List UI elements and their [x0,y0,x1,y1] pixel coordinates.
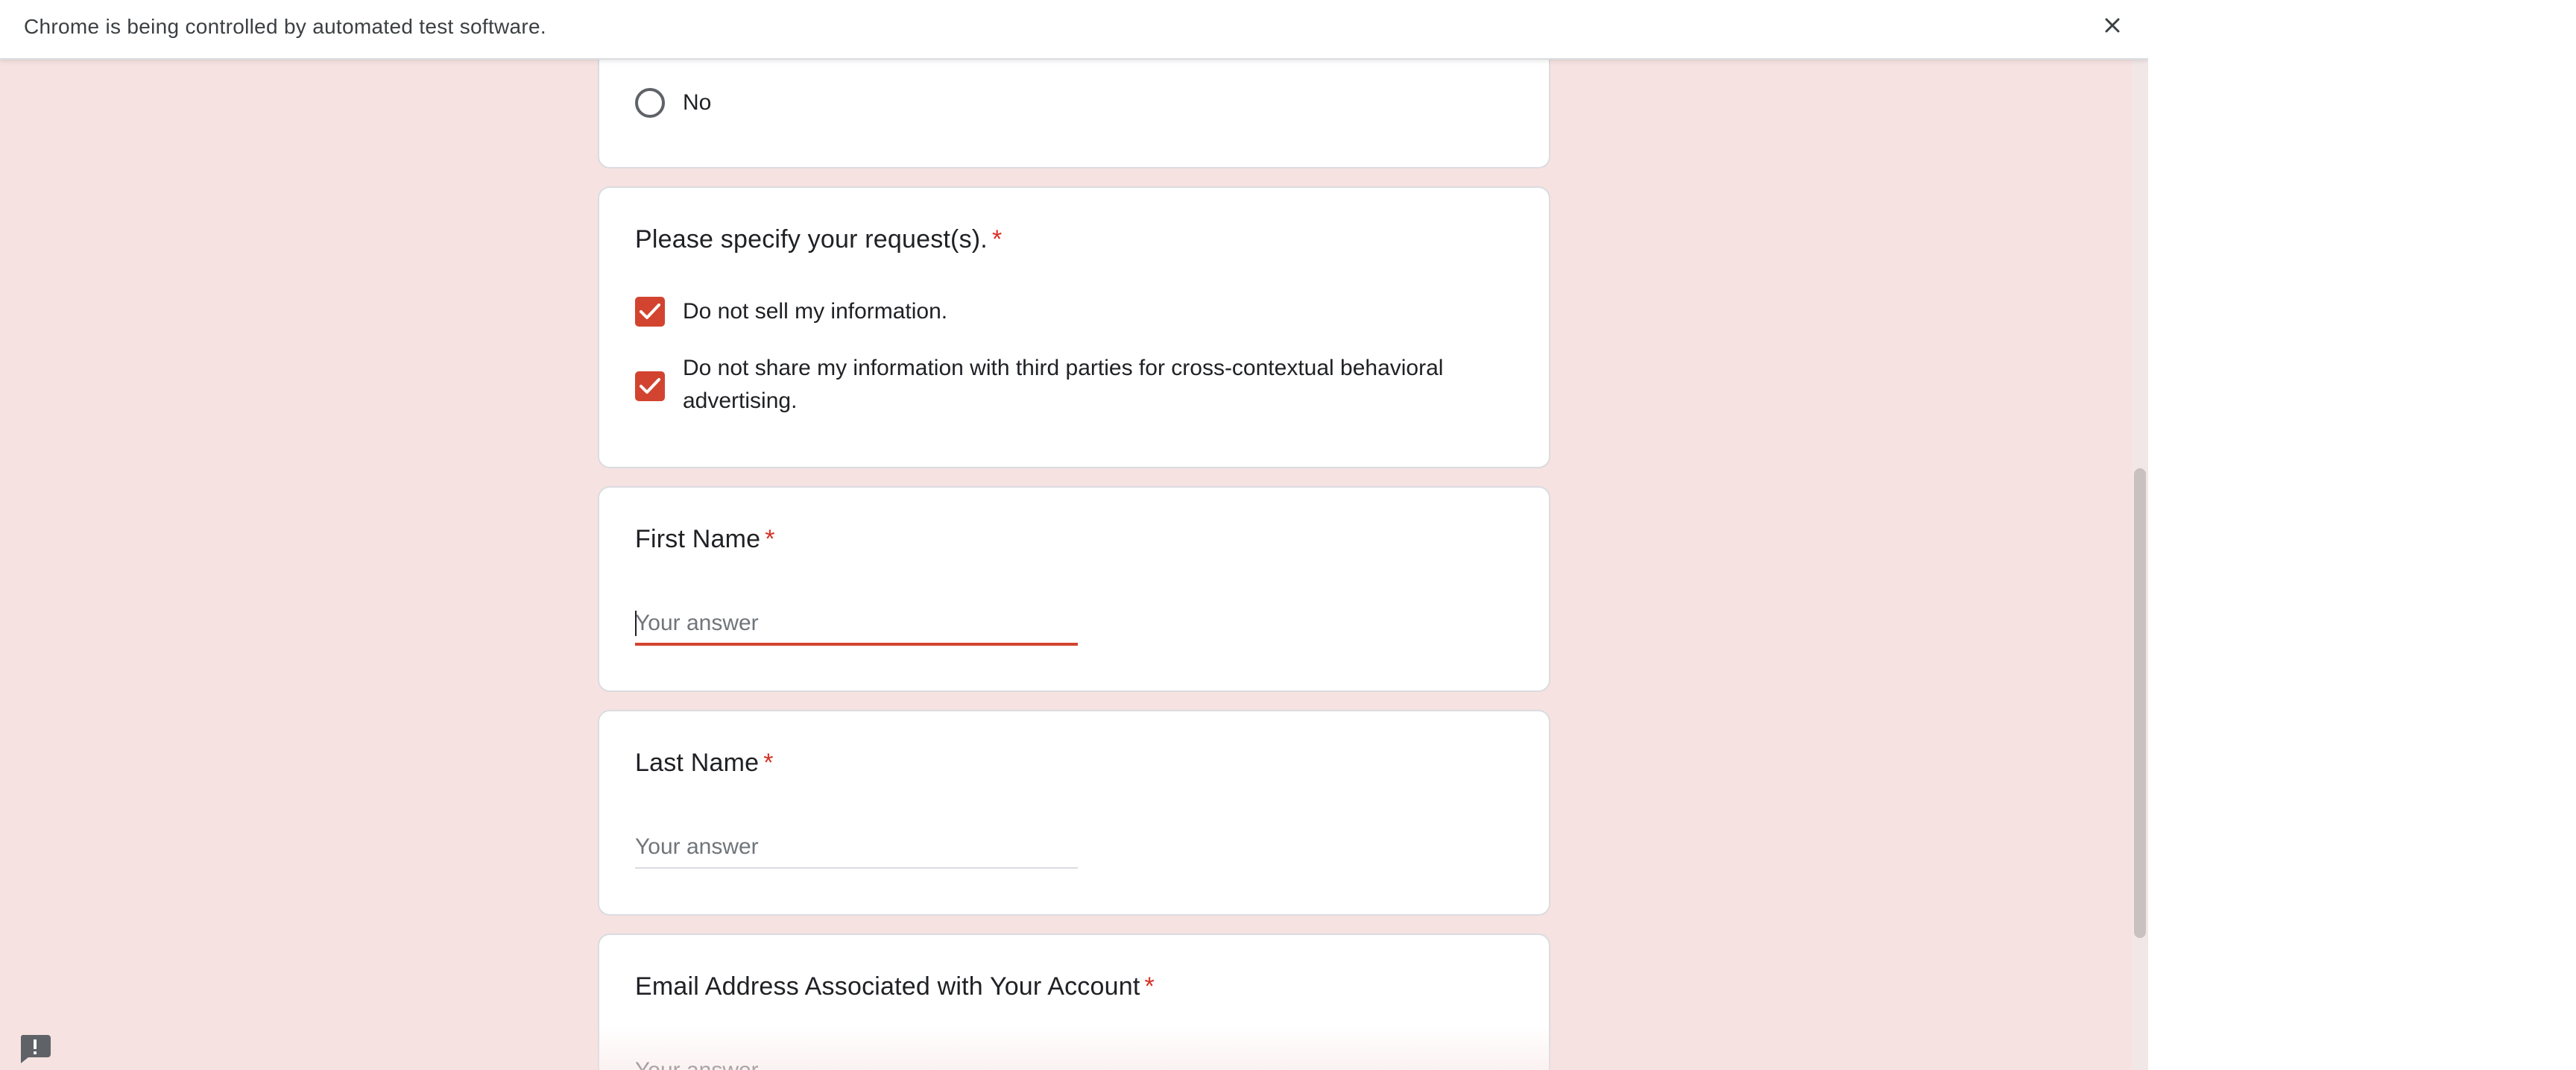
required-asterisk: * [991,225,1003,254]
text-caret [635,611,637,636]
question-card-email: Email Address Associated with Your Accou… [598,934,1550,1070]
question-title-text: Please specify your request(s). [635,225,988,254]
checkbox-do-not-sell[interactable] [635,297,665,327]
question-title-text: Email Address Associated with Your Accou… [635,972,1140,1001]
last-name-input-underline [635,867,1078,869]
offscreen-blank-area [2148,0,2576,1070]
question-title-first-name: First Name * [635,525,775,554]
question-title-text: First Name [635,525,761,553]
checkmark-icon [640,378,660,394]
infobar-close-button[interactable] [2099,12,2126,39]
scrollbar-thumb[interactable] [2134,468,2146,938]
question-title-text: Last Name [635,749,760,777]
report-problem-button[interactable] [18,1032,52,1065]
last-name-input[interactable] [635,826,1078,868]
question-title-requests: Please specify your request(s). * [635,225,1002,254]
radio-no-label: No [683,90,712,115]
required-asterisk: * [763,749,774,777]
required-asterisk: * [1144,972,1155,1001]
question-card-last-name: Last Name * [598,710,1550,916]
email-input[interactable] [635,1050,1078,1070]
question-card-first-name: First Name * [598,486,1550,692]
report-problem-icon [20,1035,51,1063]
required-asterisk: * [765,525,775,553]
question-title-email: Email Address Associated with Your Accou… [635,972,1155,1001]
form-viewport: No Please specify your request(s). * Do n… [0,0,2148,1070]
checkbox-do-not-sell-label: Do not sell my information. [683,299,948,324]
close-icon [2105,18,2120,33]
first-name-input-underline [635,643,1078,646]
checkbox-do-not-share-label: Do not share my information with third p… [683,356,1444,413]
question-card-requests: Please specify your request(s). * Do not … [598,186,1550,468]
checkbox-do-not-share[interactable] [635,371,665,401]
automation-infobar: Chrome is being controlled by automated … [0,0,2148,60]
infobar-message: Chrome is being controlled by automated … [24,15,546,38]
checkmark-icon [640,303,660,319]
radio-no[interactable] [635,88,665,118]
first-name-input[interactable] [635,602,1078,644]
question-title-last-name: Last Name * [635,749,774,778]
